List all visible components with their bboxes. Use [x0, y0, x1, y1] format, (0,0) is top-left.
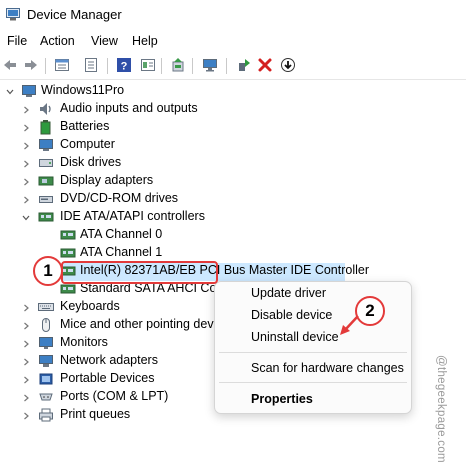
controller-icon: [60, 227, 76, 243]
chevron-right-icon[interactable]: [21, 410, 31, 420]
tree-item-label: Keyboards: [60, 299, 120, 313]
menu-view[interactable]: View: [91, 34, 118, 48]
device-manager-icon: [6, 8, 20, 21]
tree-item-label: Batteries: [60, 119, 110, 133]
update-list-icon[interactable]: [82, 56, 100, 74]
chevron-right-icon[interactable]: [21, 338, 31, 348]
toolbar-separator: [192, 58, 193, 74]
computer-icon: [38, 137, 54, 153]
disk-icon: [38, 155, 54, 171]
ctx-update-driver[interactable]: Update driver: [251, 286, 326, 300]
tree-item-label: Ports (COM & LPT): [60, 389, 169, 403]
tree-item-label: Network adapters: [60, 353, 158, 367]
chevron-right-icon[interactable]: [21, 374, 31, 384]
tree-item-label: Disk drives: [60, 155, 122, 169]
toolbar: ?: [0, 52, 466, 80]
chevron-right-icon[interactable]: [21, 392, 31, 402]
view-icon[interactable]: [139, 56, 157, 74]
window-title: Device Manager: [27, 7, 122, 22]
tree-item-label: Display adapters: [60, 173, 154, 187]
uninstall-icon[interactable]: [256, 56, 274, 74]
highlight-box: [61, 261, 218, 284]
ctx-disable-device[interactable]: Disable device: [251, 308, 332, 322]
display-adapter-icon: [38, 173, 54, 189]
back-icon[interactable]: [1, 56, 19, 74]
tree-item-label: IDE ATA/ATAPI controllers: [60, 209, 205, 223]
tree-category[interactable]: Computer: [0, 136, 466, 154]
context-menu: Update driver Disable device Uninstall d…: [214, 281, 412, 414]
chevron-right-icon[interactable]: [21, 104, 31, 114]
chevron-right-icon[interactable]: [21, 356, 31, 366]
tree-item-label: DVD/CD-ROM drives: [60, 191, 179, 205]
menu-action[interactable]: Action: [40, 34, 75, 48]
menu-bar: File Action View Help: [0, 30, 466, 52]
tree-category[interactable]: Disk drives: [0, 154, 466, 172]
menu-file[interactable]: File: [7, 34, 27, 48]
toolbar-separator: [107, 58, 108, 74]
help-icon[interactable]: ?: [115, 56, 133, 74]
network-icon: [38, 353, 54, 369]
portable-icon: [38, 371, 54, 387]
ctx-scan-hardware[interactable]: Scan for hardware changes: [251, 361, 404, 375]
chevron-down-icon[interactable]: [21, 212, 31, 222]
ctx-properties[interactable]: Properties: [251, 392, 313, 406]
callout-1: 1: [33, 256, 63, 286]
watermark: @thegeekpage.com: [435, 355, 447, 463]
enable-device-icon[interactable]: [234, 56, 252, 74]
tree-root[interactable]: Windows11Pro: [0, 82, 466, 100]
chevron-down-icon[interactable]: [5, 86, 15, 96]
tree-device[interactable]: ATA Channel 1: [0, 244, 466, 262]
ctx-separator: [219, 352, 407, 353]
chevron-right-icon[interactable]: [21, 176, 31, 186]
keyboard-icon: [38, 299, 54, 315]
controller-icon: [38, 209, 54, 225]
dvd-icon: [38, 191, 54, 207]
scan-hardware-icon[interactable]: [169, 56, 187, 74]
title-bar: Device Manager: [0, 0, 466, 30]
callout-arrow: [340, 315, 359, 335]
ctx-uninstall-device[interactable]: Uninstall device: [251, 330, 339, 344]
tree-item-label: Portable Devices: [60, 371, 155, 385]
toolbar-separator: [226, 58, 227, 74]
tree-item-label: ATA Channel 1: [80, 245, 163, 259]
chevron-right-icon[interactable]: [21, 194, 31, 204]
tree-category[interactable]: Display adapters: [0, 172, 466, 190]
chevron-right-icon[interactable]: [21, 140, 31, 150]
tree-category[interactable]: Batteries: [0, 118, 466, 136]
tree-device[interactable]: ATA Channel 0: [0, 226, 466, 244]
tree-item-label: Mice and other pointing devi: [60, 317, 217, 331]
tree-item-label: Monitors: [60, 335, 108, 349]
ports-icon: [38, 389, 54, 405]
forward-icon[interactable]: [22, 56, 40, 74]
download-driver-icon[interactable]: [279, 56, 297, 74]
chevron-right-icon[interactable]: [21, 122, 31, 132]
toolbar-separator: [161, 58, 162, 74]
controller-icon: [60, 245, 76, 261]
svg-text:?: ?: [121, 61, 128, 73]
printer-icon: [38, 407, 54, 423]
monitor-icon: [38, 335, 54, 351]
monitor-icon[interactable]: [201, 56, 219, 74]
computer-icon: [21, 83, 37, 99]
tree-item-label: ATA Channel 0: [80, 227, 163, 241]
mouse-icon: [38, 317, 54, 333]
tree-category[interactable]: Audio inputs and outputs: [0, 100, 466, 118]
chevron-right-icon[interactable]: [21, 302, 31, 312]
tree-category[interactable]: IDE ATA/ATAPI controllers: [0, 208, 466, 226]
battery-icon: [38, 119, 54, 135]
tree-item-label: Windows11Pro: [41, 83, 125, 97]
tree-category[interactable]: DVD/CD-ROM drives: [0, 190, 466, 208]
tree-item-label: Audio inputs and outputs: [60, 101, 198, 115]
menu-help[interactable]: Help: [132, 34, 158, 48]
chevron-right-icon[interactable]: [21, 158, 31, 168]
tree-item-label: Computer: [60, 137, 115, 151]
properties-icon[interactable]: [53, 56, 71, 74]
ctx-separator: [219, 382, 407, 383]
toolbar-separator: [45, 58, 46, 74]
tree-item-label: Print queues: [60, 407, 131, 421]
chevron-right-icon[interactable]: [21, 320, 31, 330]
audio-icon: [38, 101, 54, 117]
